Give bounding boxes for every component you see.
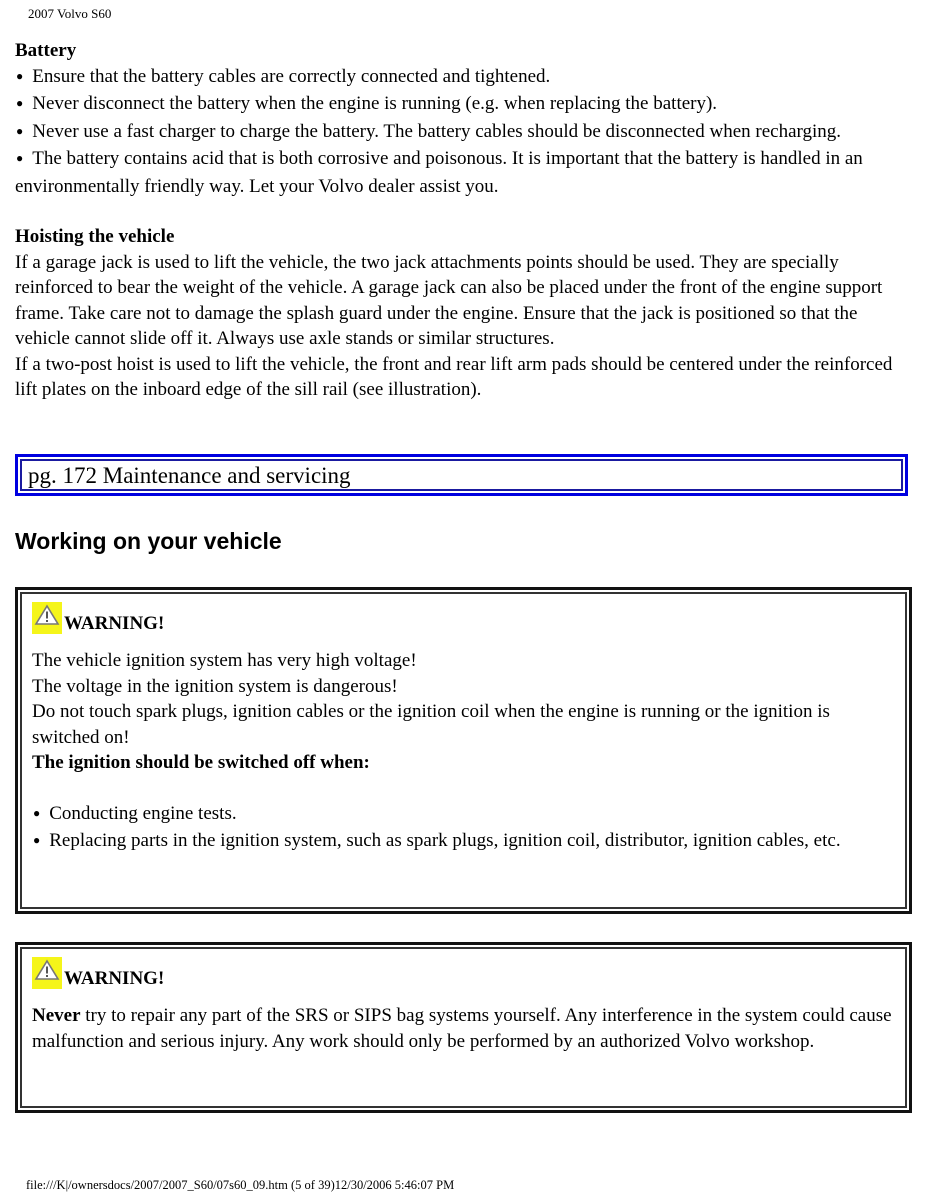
warning-text: Never try to repair any part of the SRS … (32, 1003, 895, 1054)
section-heading: Working on your vehicle (15, 528, 282, 554)
warning-label: WARNING! (64, 968, 165, 989)
hoisting-paragraph: If a two-post hoist is used to lift the … (15, 353, 893, 401)
warning-triangle-icon (32, 602, 62, 634)
warning-line: The voltage in the ignition system is da… (32, 675, 398, 697)
warning-bullet: Replacing parts in the ignition system, … (32, 828, 895, 856)
warning-lead: Never (32, 1005, 81, 1026)
warning-subheading: The ignition should be switched off when… (32, 752, 370, 773)
battery-bullet: Never use a fast charger to charge the b… (15, 119, 912, 147)
page-reference-box: pg. 172 Maintenance and servicing (15, 454, 908, 496)
warning-line: The vehicle ignition system has very hig… (32, 650, 417, 671)
document-header-title: 2007 Volvo S60 (28, 6, 112, 21)
footer-file-path: file:///K|/ownersdocs/2007/2007_S60/07s6… (26, 1178, 455, 1192)
main-content: Battery Ensure that the battery cables a… (15, 38, 912, 403)
battery-bullet: Ensure that the battery cables are corre… (15, 64, 912, 92)
warning-box-srs: WARNING! Never try to repair any part of… (15, 942, 912, 1113)
page-reference-label: pg. 172 Maintenance and servicing (20, 459, 903, 491)
warning-triangle-icon (32, 957, 62, 989)
warning-bullet: Conducting engine tests. (32, 801, 895, 829)
hoisting-paragraph: If a garage jack is used to lift the veh… (15, 251, 883, 350)
battery-bullet: Never disconnect the battery when the en… (15, 91, 912, 119)
battery-bullet: The battery contains acid that is both c… (15, 146, 912, 199)
battery-title: Battery (15, 40, 77, 61)
warning-body: try to repair any part of the SRS or SIP… (32, 1005, 892, 1052)
warning-line: Do not touch spark plugs, ignition cable… (32, 701, 830, 748)
warning-box-ignition: WARNING! The vehicle ignition system has… (15, 587, 912, 914)
warning-label: WARNING! (64, 613, 165, 634)
hoisting-title: Hoisting the vehicle (15, 226, 175, 247)
